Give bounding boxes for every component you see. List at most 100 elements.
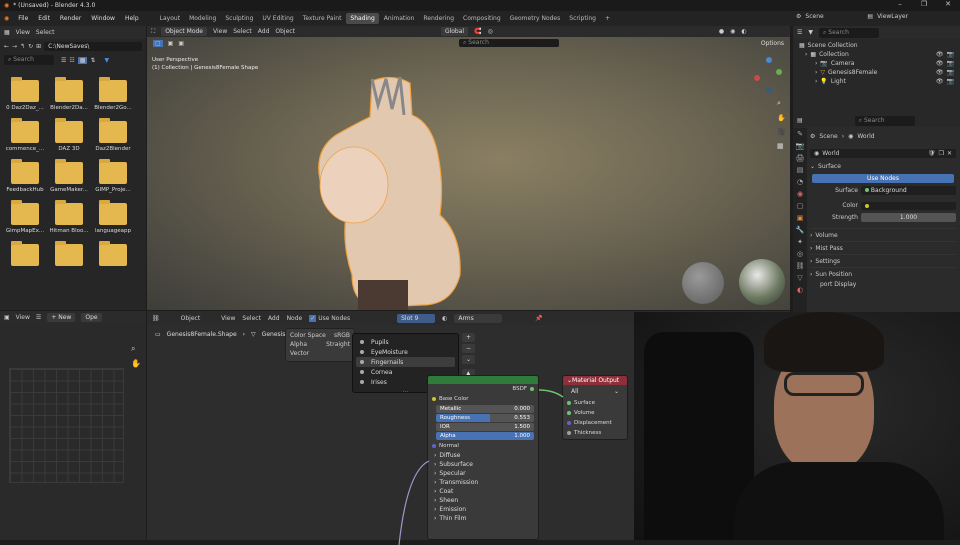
list-view-2-icon[interactable]: ☷ [69, 57, 74, 64]
folder-item[interactable] [3, 241, 47, 269]
editor-type-icon[interactable]: ☰ [797, 29, 802, 36]
alpha-mode-value[interactable]: Straight [326, 340, 350, 349]
modifier-tab-icon[interactable]: 🔧 [796, 226, 805, 234]
snap-icon[interactable]: 🧲 [474, 28, 481, 35]
menu-object[interactable]: Object [275, 28, 295, 35]
filter-icon[interactable]: ▼ [808, 29, 813, 36]
refresh-icon[interactable]: ↻ [28, 43, 33, 50]
outliner-item[interactable]: › 📷 Camera 👁 📷 [799, 59, 954, 68]
pin-icon[interactable]: 📌 [535, 315, 542, 322]
grid-icon[interactable]: ▦ [777, 142, 786, 150]
slot-list-item[interactable]: EyeMoisture [356, 347, 455, 357]
menu-add[interactable]: Add [258, 28, 270, 35]
blender-menu-icon[interactable]: ◉ [0, 15, 13, 22]
select-mode-2-icon[interactable]: ▣ [178, 40, 184, 47]
outliner-item[interactable]: › 💡 Light 👁 📷 [799, 77, 954, 86]
particles-tab-icon[interactable]: ✦ [797, 238, 803, 246]
slot-menu-icon[interactable]: ⌄ [462, 355, 476, 364]
folder-item[interactable]: Daz2Blender [91, 118, 135, 152]
strength-field[interactable]: 1.000 [861, 213, 956, 222]
sort-icon[interactable]: ⇅ [90, 57, 95, 64]
back-icon[interactable]: ← [4, 43, 9, 50]
gizmo-z-icon[interactable] [766, 57, 772, 63]
material-name-field[interactable]: Arms [454, 313, 503, 323]
menu-select[interactable]: Select [242, 315, 261, 322]
view-layer-tab-icon[interactable]: ▤ [797, 166, 804, 174]
menu-select[interactable]: Select [233, 28, 252, 35]
color-space-value[interactable]: sRGB [334, 331, 350, 340]
folder-item[interactable]: commence_... [3, 118, 47, 152]
search-input[interactable]: ⌕ Search [4, 55, 54, 65]
menu-help[interactable]: Help [120, 15, 144, 22]
world-tab-icon[interactable]: ◉ [797, 190, 803, 198]
material-tab-icon[interactable]: ◐ [797, 286, 803, 294]
tab-uv-editing[interactable]: UV Editing [258, 13, 297, 24]
pan-hand-icon[interactable]: ✋ [131, 359, 141, 368]
expand-icon[interactable]: › [815, 69, 817, 76]
editor-type-icon[interactable]: ▦ [4, 29, 10, 36]
shading-solid-icon[interactable]: ● [719, 28, 724, 35]
duplicate-icon[interactable]: ❐ [939, 150, 944, 157]
material-output-header[interactable]: ⌄ Material Output [563, 376, 627, 385]
render-visibility-icon[interactable]: 📷 [947, 69, 954, 76]
outliner-item[interactable]: › ▦ Collection 👁 📷 [799, 50, 954, 59]
menu-view[interactable]: View [16, 29, 30, 36]
folder-item[interactable] [47, 241, 91, 269]
select-mode-icon[interactable]: ▣ [168, 40, 174, 47]
properties-panel-sun-position[interactable]: › Sun Position [810, 267, 956, 280]
menu-icon[interactable]: ☰ [36, 314, 41, 321]
menu-view[interactable]: View [16, 314, 30, 321]
editor-type-icon[interactable]: ▤ [797, 117, 803, 124]
menu-view[interactable]: View [221, 315, 235, 322]
tab-layout[interactable]: Layout [156, 13, 184, 24]
thumbnail-view-icon[interactable]: ▦ [77, 56, 88, 64]
zoom-icon[interactable]: ⌕ [777, 99, 786, 108]
folder-item[interactable]: GIMP_Proje... [91, 159, 135, 193]
path-field[interactable]: C:\NewSaves\ [44, 41, 142, 51]
viewport-search-input[interactable]: ⌕ Search [459, 39, 560, 47]
open-image-button[interactable]: Ope [81, 313, 102, 322]
close-button[interactable]: ✕ [936, 0, 960, 8]
shading-rendered-icon[interactable]: ◐ [741, 28, 746, 35]
bsdf-node-header[interactable] [428, 376, 538, 384]
minimize-button[interactable]: – [888, 0, 912, 8]
parent-dir-icon[interactable]: ↰ [20, 43, 25, 50]
visibility-icon[interactable]: 👁 [936, 60, 944, 67]
render-visibility-icon[interactable]: 📷 [947, 60, 954, 67]
tab-modeling[interactable]: Modeling [185, 13, 220, 24]
menu-add[interactable]: Add [268, 315, 280, 322]
folder-item[interactable]: GimpMapEx... [3, 200, 47, 234]
tab-shading[interactable]: Shading [346, 13, 379, 24]
fake-user-icon[interactable]: 🛡 [928, 150, 936, 157]
maximize-button[interactable]: ❐ [912, 0, 936, 8]
view-layer-name[interactable]: ViewLayer [877, 13, 908, 20]
menu-node[interactable]: Node [287, 315, 303, 322]
pan-hand-icon[interactable]: ✋ [777, 114, 786, 122]
unlink-icon[interactable]: ✕ [947, 150, 952, 157]
folder-item[interactable]: Blender2Go... [91, 77, 135, 111]
gizmo-x-icon[interactable] [754, 75, 760, 81]
menu-view[interactable]: View [213, 28, 227, 35]
image-grid[interactable] [9, 368, 124, 483]
scene-name[interactable]: Scene [805, 13, 845, 20]
shader-type-selector[interactable]: Object [181, 315, 201, 322]
folder-item[interactable]: Hitman Bloo... [47, 200, 91, 234]
menu-edit[interactable]: Edit [33, 15, 55, 22]
options-button[interactable]: Options [761, 40, 784, 47]
render-visibility-icon[interactable]: 📷 [947, 78, 954, 85]
shading-material-icon[interactable]: ◉ [730, 28, 735, 35]
new-image-button[interactable]: + New [47, 313, 76, 322]
constraints-tab-icon[interactable]: ⛓ [796, 262, 805, 270]
folder-item[interactable]: GameMaker... [47, 159, 91, 193]
tab-rendering[interactable]: Rendering [419, 13, 458, 24]
editor-type-icon[interactable]: ⛓ [152, 315, 160, 322]
orientation-selector[interactable]: Global [440, 27, 469, 36]
slot-selector[interactable]: Slot 9 [397, 313, 436, 323]
mode-selector[interactable]: Object Mode [161, 27, 207, 36]
tab-compositing[interactable]: Compositing [459, 13, 505, 24]
render-visibility-icon[interactable]: 📷 [947, 51, 954, 58]
menu-select[interactable]: Select [36, 29, 55, 36]
menu-window[interactable]: Window [86, 15, 120, 22]
list-view-icon[interactable]: ☰ [61, 57, 66, 64]
scene-tab-icon[interactable]: ◔ [797, 178, 803, 186]
